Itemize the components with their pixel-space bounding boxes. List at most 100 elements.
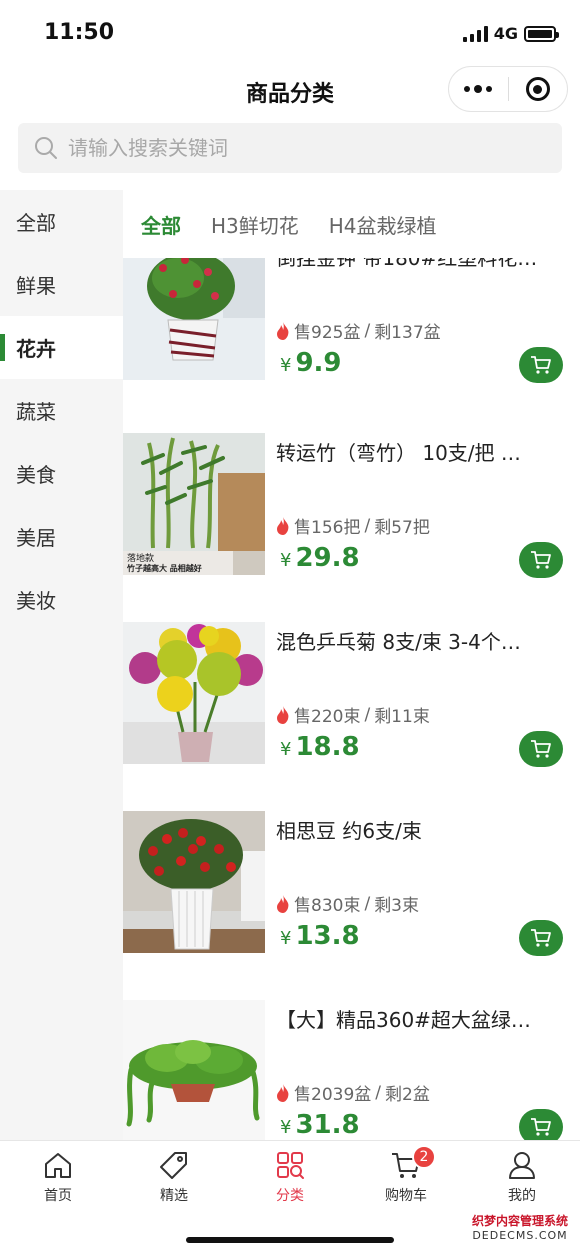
fire-icon [277, 516, 289, 535]
add-to-cart-button[interactable] [519, 731, 563, 767]
sidebar-item-beauty[interactable]: 美妆 [0, 568, 123, 631]
product-card[interactable]: 【大】精品360#超大盆绿… 售2039盆 / 剩2盆 ¥ 31.8 [123, 1000, 580, 1140]
product-stats: 售156把 / 剩57把 [276, 513, 430, 538]
sold-count: 售2039盆 [294, 1085, 372, 1105]
sidebar-item-flowers[interactable]: 花卉 [0, 316, 123, 379]
product-price: ¥ 18.8 [280, 732, 360, 762]
remaining-count: 剩3束 [374, 896, 420, 916]
mini-program-capsule [448, 66, 568, 112]
tab-label: 分类 [276, 1188, 304, 1204]
tab-category[interactable]: 分类 [232, 1141, 348, 1211]
price-value: 18.8 [295, 732, 360, 762]
product-stats: 售220束 / 剩11束 [276, 702, 430, 727]
category-sidebar: 全部 鲜果 花卉 蔬菜 美食 美居 美妆 [0, 190, 123, 1140]
product-image [123, 238, 265, 380]
separator: / [364, 515, 371, 536]
tab-profile[interactable]: 我的 [464, 1141, 580, 1211]
more-icon[interactable] [449, 67, 508, 111]
product-name: 相思豆 约6支/束 [276, 819, 422, 843]
currency-symbol: ¥ [280, 928, 292, 949]
subcategory-tabs: 全部 H3鲜切花 H4盆栽绿植 [123, 190, 580, 258]
currency-symbol: ¥ [280, 550, 292, 571]
product-name: 转运竹（弯竹） 10支/把 … [276, 441, 521, 465]
status-time: 11:50 [44, 20, 115, 45]
add-to-cart-button[interactable] [519, 1109, 563, 1140]
watermark: 织梦内容管理系统 DEDECMS.COM [468, 1212, 572, 1242]
price-value: 31.8 [295, 1110, 360, 1140]
cart-icon [531, 551, 551, 569]
signal-icon [462, 25, 488, 42]
remaining-count: 剩2盆 [385, 1085, 430, 1105]
price-value: 9.9 [295, 348, 342, 378]
product-card[interactable]: 相思豆 约6支/束 售830束 / 剩3束 ¥ 13.8 [123, 811, 580, 956]
search-icon [35, 137, 57, 159]
product-image: 落地款 竹子越高大 品相越好 [123, 433, 265, 575]
tab-cart[interactable]: 2 购物车 [348, 1141, 464, 1211]
add-to-cart-button[interactable] [519, 920, 563, 956]
tab-cut-flowers[interactable]: H3鲜切花 [211, 210, 299, 239]
target-icon [525, 77, 550, 101]
product-stats: 售925盆 / 剩137盆 [276, 318, 441, 343]
tab-label: 首页 [44, 1188, 72, 1204]
product-name: 混色乒乓菊 8支/束 3-4个… [276, 630, 521, 654]
home-icon [45, 1153, 71, 1178]
separator: / [364, 320, 371, 341]
network-type: 4G [493, 24, 518, 43]
sold-count: 售220束 [294, 707, 361, 727]
tab-all[interactable]: 全部 [141, 210, 181, 239]
product-name: 【大】精品360#超大盆绿… [276, 1008, 531, 1032]
cart-icon [531, 740, 551, 758]
close-mini-program-button[interactable] [508, 67, 567, 111]
product-card[interactable]: 倒挂金钟 带180#红塑料花… 售925盆 / 剩137盆 ¥ 9.9 [123, 238, 580, 383]
tab-label: 精选 [160, 1188, 188, 1204]
tag-icon [160, 1152, 187, 1179]
remaining-count: 剩137盆 [374, 323, 441, 343]
sidebar-item-vegetables[interactable]: 蔬菜 [0, 379, 123, 442]
product-image [123, 1000, 265, 1140]
currency-symbol: ¥ [280, 1117, 292, 1138]
remaining-count: 剩11束 [374, 707, 430, 727]
sold-count: 售830束 [294, 896, 361, 916]
category-icon [277, 1152, 304, 1179]
currency-symbol: ¥ [280, 355, 292, 376]
fire-icon [277, 705, 289, 724]
sidebar-item-all[interactable]: 全部 [0, 190, 123, 253]
product-list-area: 倒挂金钟 带180#红塑料花… 售925盆 / 剩137盆 ¥ 9.9 落地款 … [123, 190, 580, 1140]
battery-icon [524, 25, 559, 42]
sidebar-item-home[interactable]: 美居 [0, 505, 123, 568]
price-value: 13.8 [295, 921, 360, 951]
separator: / [364, 704, 371, 725]
currency-symbol: ¥ [280, 739, 292, 760]
watermark-line-1: 织梦内容管理系统 [471, 1214, 568, 1228]
fire-icon [277, 894, 289, 913]
product-price: ¥ 29.8 [280, 543, 360, 573]
product-image [123, 811, 265, 953]
search-bar[interactable] [18, 123, 562, 173]
product-price: ¥ 9.9 [280, 348, 342, 378]
nav-bar: 商品分类 [0, 66, 580, 114]
user-icon [509, 1152, 535, 1179]
tab-label: 我的 [508, 1188, 536, 1204]
price-value: 29.8 [295, 543, 360, 573]
search-input[interactable] [68, 136, 508, 160]
tab-label: 购物车 [385, 1188, 427, 1204]
watermark-line-2: DEDECMS.COM [472, 1229, 568, 1242]
product-stats: 售830束 / 剩3束 [276, 891, 419, 916]
add-to-cart-button[interactable] [519, 542, 563, 578]
product-card[interactable]: 落地款 竹子越高大 品相越好 转运竹（弯竹） 10支/把 … 售156把 / 剩… [123, 433, 580, 578]
tab-home[interactable]: 首页 [0, 1141, 116, 1211]
cart-icon [531, 1118, 551, 1136]
tab-featured[interactable]: 精选 [116, 1141, 232, 1211]
tab-potted-plants[interactable]: H4盆栽绿植 [329, 210, 437, 239]
cart-icon [531, 356, 551, 374]
sidebar-item-fruit[interactable]: 鲜果 [0, 253, 123, 316]
product-card[interactable]: 混色乒乓菊 8支/束 3-4个… 售220束 / 剩11束 ¥ 18.8 [123, 622, 580, 767]
remaining-count: 剩57把 [374, 518, 430, 538]
separator: / [375, 1082, 381, 1103]
product-image [123, 622, 265, 764]
fire-icon [277, 321, 289, 340]
product-price: ¥ 13.8 [280, 921, 360, 951]
sidebar-item-food[interactable]: 美食 [0, 442, 123, 505]
sold-count: 售925盆 [294, 323, 361, 343]
add-to-cart-button[interactable] [519, 347, 563, 383]
